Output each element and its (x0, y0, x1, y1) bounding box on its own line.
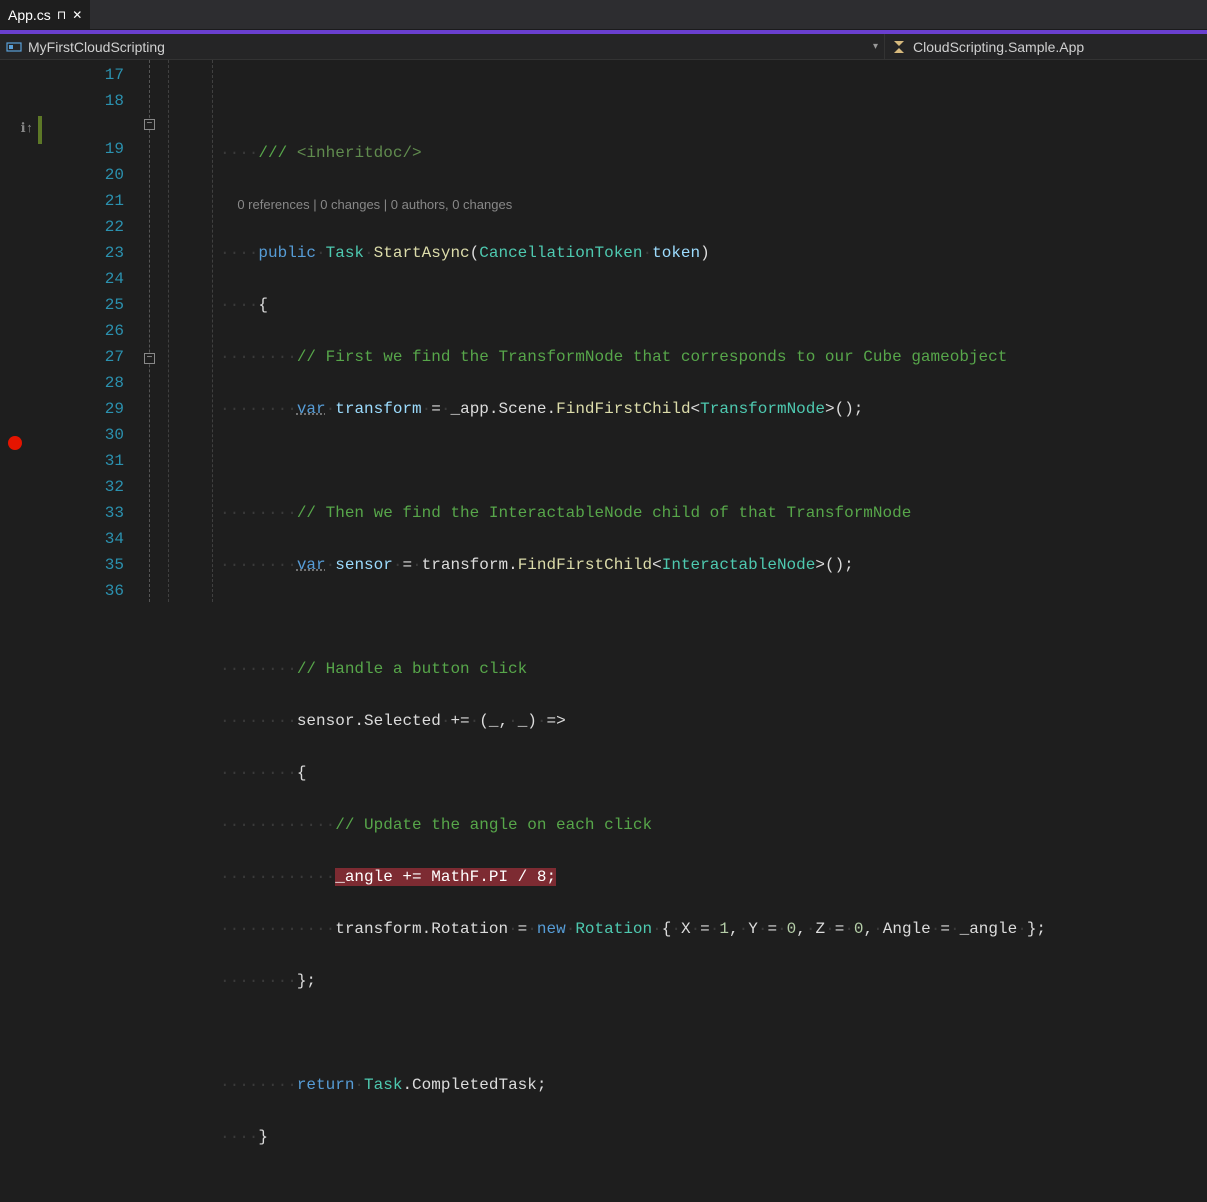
line-number: 28 (42, 370, 124, 396)
line-number: 19 (42, 136, 124, 162)
line-number: 32 (42, 474, 124, 500)
nav-class-label: CloudScripting.Sample.App (913, 39, 1084, 55)
line-number: 33 (42, 500, 124, 526)
line-number: 26 (42, 318, 124, 344)
tab-bar: App.cs ⊓ ✕ (0, 0, 1207, 30)
nav-namespace-dropdown[interactable]: MyFirstCloudScripting ▾ (0, 34, 885, 59)
line-number: 30 (42, 422, 124, 448)
breakpoint-highlight-line: _angle += MathF.PI / 8; (335, 868, 556, 886)
pin-icon[interactable]: ⊓ (57, 8, 66, 22)
class-icon (891, 39, 907, 55)
file-tab[interactable]: App.cs ⊓ ✕ (0, 0, 90, 29)
line-number: 22 (42, 214, 124, 240)
line-number: 25 (42, 292, 124, 318)
line-number: 35 (42, 552, 124, 578)
fold-toggle-icon[interactable]: − (144, 119, 155, 130)
code-editor[interactable]: ℹ↑ 17 18 19 20 21 22 23 24 25 26 27 28 2… (0, 60, 1207, 602)
fold-toggle-icon[interactable]: − (144, 353, 155, 364)
chevron-down-icon: ▾ (873, 41, 878, 52)
line-number: 21 (42, 188, 124, 214)
line-number: 20 (42, 162, 124, 188)
tracking-icon: ℹ↑ (20, 121, 34, 136)
indent-guides (164, 60, 220, 602)
line-number: 23 (42, 240, 124, 266)
breakpoint-icon[interactable] (8, 436, 22, 450)
close-icon[interactable]: ✕ (72, 8, 82, 22)
line-number: 31 (42, 448, 124, 474)
line-number: 34 (42, 526, 124, 552)
outlining-margin[interactable]: − − (142, 60, 164, 602)
navigation-bar: MyFirstCloudScripting ▾ CloudScripting.S… (0, 30, 1207, 60)
code-content[interactable]: ····/// <inheritdoc/> ····0 references |… (220, 60, 1207, 602)
line-number: 17 (42, 62, 124, 88)
line-number: 18 (42, 88, 124, 114)
line-number-gutter: 17 18 19 20 21 22 23 24 25 26 27 28 29 3… (42, 60, 142, 602)
nav-class-dropdown[interactable]: CloudScripting.Sample.App (885, 34, 1090, 59)
line-number: 36 (42, 578, 124, 604)
line-number: 29 (42, 396, 124, 422)
change-indicator (38, 116, 42, 144)
codelens-text[interactable]: 0 references | 0 changes | 0 authors, 0 … (237, 197, 512, 212)
line-number: 27 (42, 344, 124, 370)
glyph-margin[interactable]: ℹ↑ (0, 60, 42, 602)
line-number: 24 (42, 266, 124, 292)
namespace-icon (6, 39, 22, 55)
tab-filename: App.cs (8, 7, 51, 23)
nav-namespace-label: MyFirstCloudScripting (28, 39, 165, 55)
